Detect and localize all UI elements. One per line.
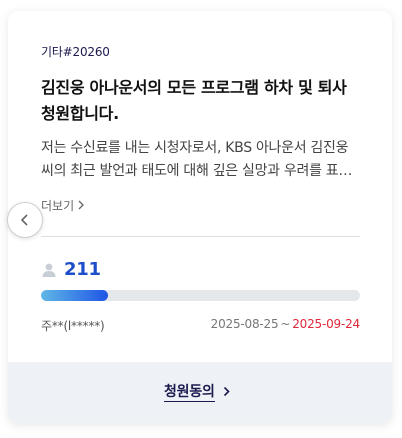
divider (41, 236, 360, 237)
signature-progress-fill (41, 290, 108, 301)
petition-title[interactable]: 김진웅 아나운서의 모든 프로그램 하차 및 퇴사 청원합니다. (41, 75, 359, 127)
signature-progress-bar (41, 290, 360, 301)
start-date: 2025-08-25 (210, 317, 279, 331)
date-separator: ~ (280, 317, 291, 331)
chevron-right-icon (78, 199, 85, 213)
petition-card-body: 기타#20260 김진웅 아나운서의 모든 프로그램 하차 및 퇴사 청원합니다… (8, 11, 392, 362)
card-footer: 청원동의 (8, 362, 392, 423)
more-link[interactable]: 더보기 (41, 197, 85, 214)
petition-author: 주**(l*****) (41, 319, 105, 333)
chevron-right-icon (223, 382, 230, 401)
petition-category: 기타#20260 (41, 45, 110, 59)
agree-button[interactable]: 청원동의 (164, 381, 230, 405)
signature-count: 211 (64, 259, 101, 280)
prev-button[interactable] (7, 202, 43, 238)
person-icon (41, 262, 57, 282)
agree-label: 청원동의 (164, 384, 215, 402)
petition-summary: 저는 수신료를 내는 시청자로서, KBS 아나운서 김진웅 씨의 최근 발언과… (41, 140, 351, 179)
petition-period: 2025-08-25 ~2025-09-24 (210, 317, 361, 331)
end-date: 2025-09-24 (292, 317, 360, 331)
petition-card[interactable]: 기타#20260 김진웅 아나운서의 모든 프로그램 하차 및 퇴사 청원합니다… (8, 11, 392, 423)
more-label: 더보기 (41, 199, 75, 213)
